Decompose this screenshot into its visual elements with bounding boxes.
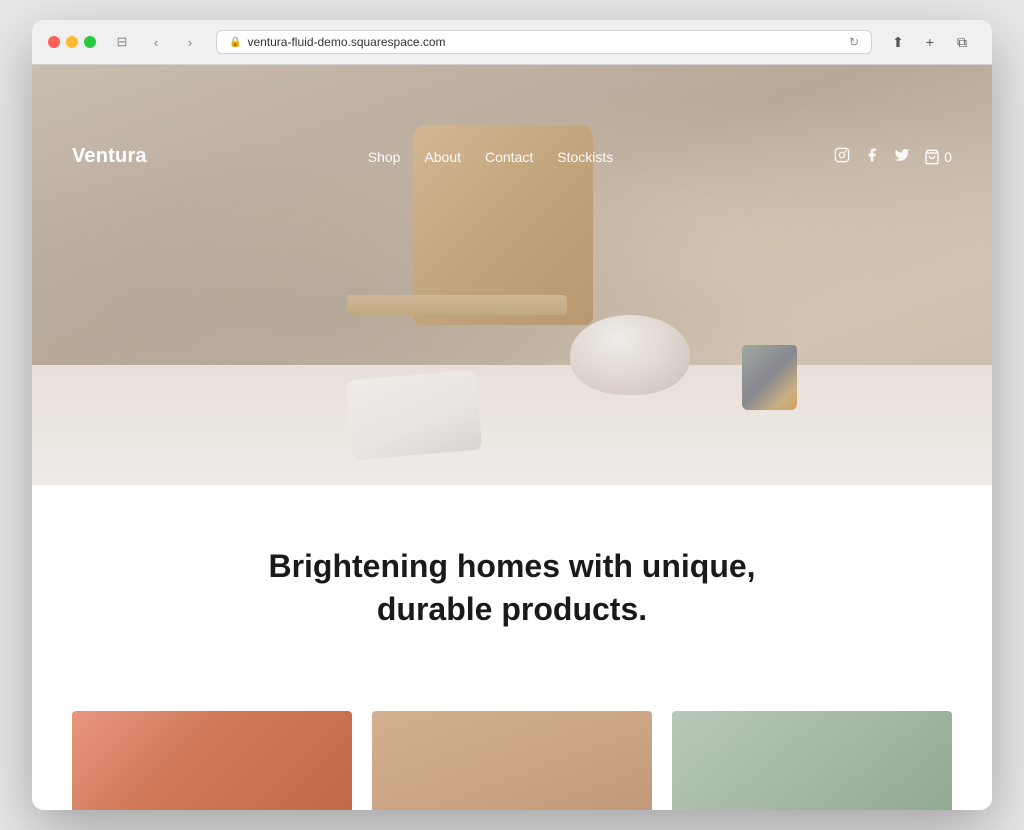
product-thumbnail-3 bbox=[672, 711, 952, 810]
url-text: ventura-fluid-demo.squarespace.com bbox=[247, 35, 445, 49]
instagram-icon[interactable] bbox=[834, 147, 850, 167]
browser-chrome: ⊟ ‹ › 🔒 ventura-fluid-demo.squarespace.c… bbox=[32, 20, 992, 65]
browser-controls: ⊟ ‹ › bbox=[108, 31, 204, 53]
nav-contact[interactable]: Contact bbox=[485, 149, 533, 165]
ceramic-bowl bbox=[570, 315, 690, 395]
product-thumbnail-2 bbox=[372, 711, 652, 810]
twitter-icon[interactable] bbox=[894, 147, 910, 167]
browser-actions: ⬆ + ⧉ bbox=[884, 31, 976, 53]
reload-button[interactable]: ↻ bbox=[849, 35, 859, 49]
browser-window: ⊟ ‹ › 🔒 ventura-fluid-demo.squarespace.c… bbox=[32, 20, 992, 810]
website: Ventura Shop About Contact Stockists bbox=[32, 65, 992, 810]
site-logo[interactable]: Ventura bbox=[72, 145, 147, 168]
nav-about[interactable]: About bbox=[424, 149, 461, 165]
nav-icons: 0 bbox=[834, 147, 952, 167]
traffic-lights bbox=[48, 36, 96, 48]
sidebar-toggle-button[interactable]: ⊟ bbox=[108, 31, 136, 53]
chair-seat bbox=[347, 295, 567, 315]
table-surface bbox=[32, 365, 992, 485]
product-card-2[interactable] bbox=[372, 711, 652, 810]
tagline-heading: Brightening homes with unique, durable p… bbox=[262, 545, 762, 631]
site-wrapper: Ventura Shop About Contact Stockists bbox=[32, 65, 992, 810]
maximize-button[interactable] bbox=[84, 36, 96, 48]
cart-link[interactable]: 0 bbox=[924, 149, 952, 165]
facebook-icon[interactable] bbox=[864, 147, 880, 167]
site-nav: Ventura Shop About Contact Stockists bbox=[32, 121, 992, 192]
share-button[interactable]: ⬆ bbox=[884, 31, 912, 53]
nav-stockists[interactable]: Stockists bbox=[557, 149, 613, 165]
nav-shop[interactable]: Shop bbox=[368, 149, 401, 165]
minimize-button[interactable] bbox=[66, 36, 78, 48]
back-button[interactable]: ‹ bbox=[142, 31, 170, 53]
cart-count: 0 bbox=[944, 149, 952, 165]
close-button[interactable] bbox=[48, 36, 60, 48]
products-preview bbox=[32, 711, 992, 810]
lock-icon: 🔒 bbox=[229, 37, 241, 48]
forward-button[interactable]: › bbox=[176, 31, 204, 53]
tabs-overview-button[interactable]: ⧉ bbox=[948, 31, 976, 53]
product-card-3[interactable] bbox=[672, 711, 952, 810]
product-card-1[interactable] bbox=[72, 711, 352, 810]
fabric-prop bbox=[346, 369, 482, 460]
small-cup bbox=[742, 345, 797, 410]
address-bar[interactable]: 🔒 ventura-fluid-demo.squarespace.com ↻ bbox=[216, 30, 872, 54]
nav-links: Shop About Contact Stockists bbox=[368, 149, 614, 165]
new-tab-button[interactable]: + bbox=[916, 31, 944, 53]
content-section: Brightening homes with unique, durable p… bbox=[32, 485, 992, 711]
product-thumbnail-1 bbox=[72, 711, 352, 810]
